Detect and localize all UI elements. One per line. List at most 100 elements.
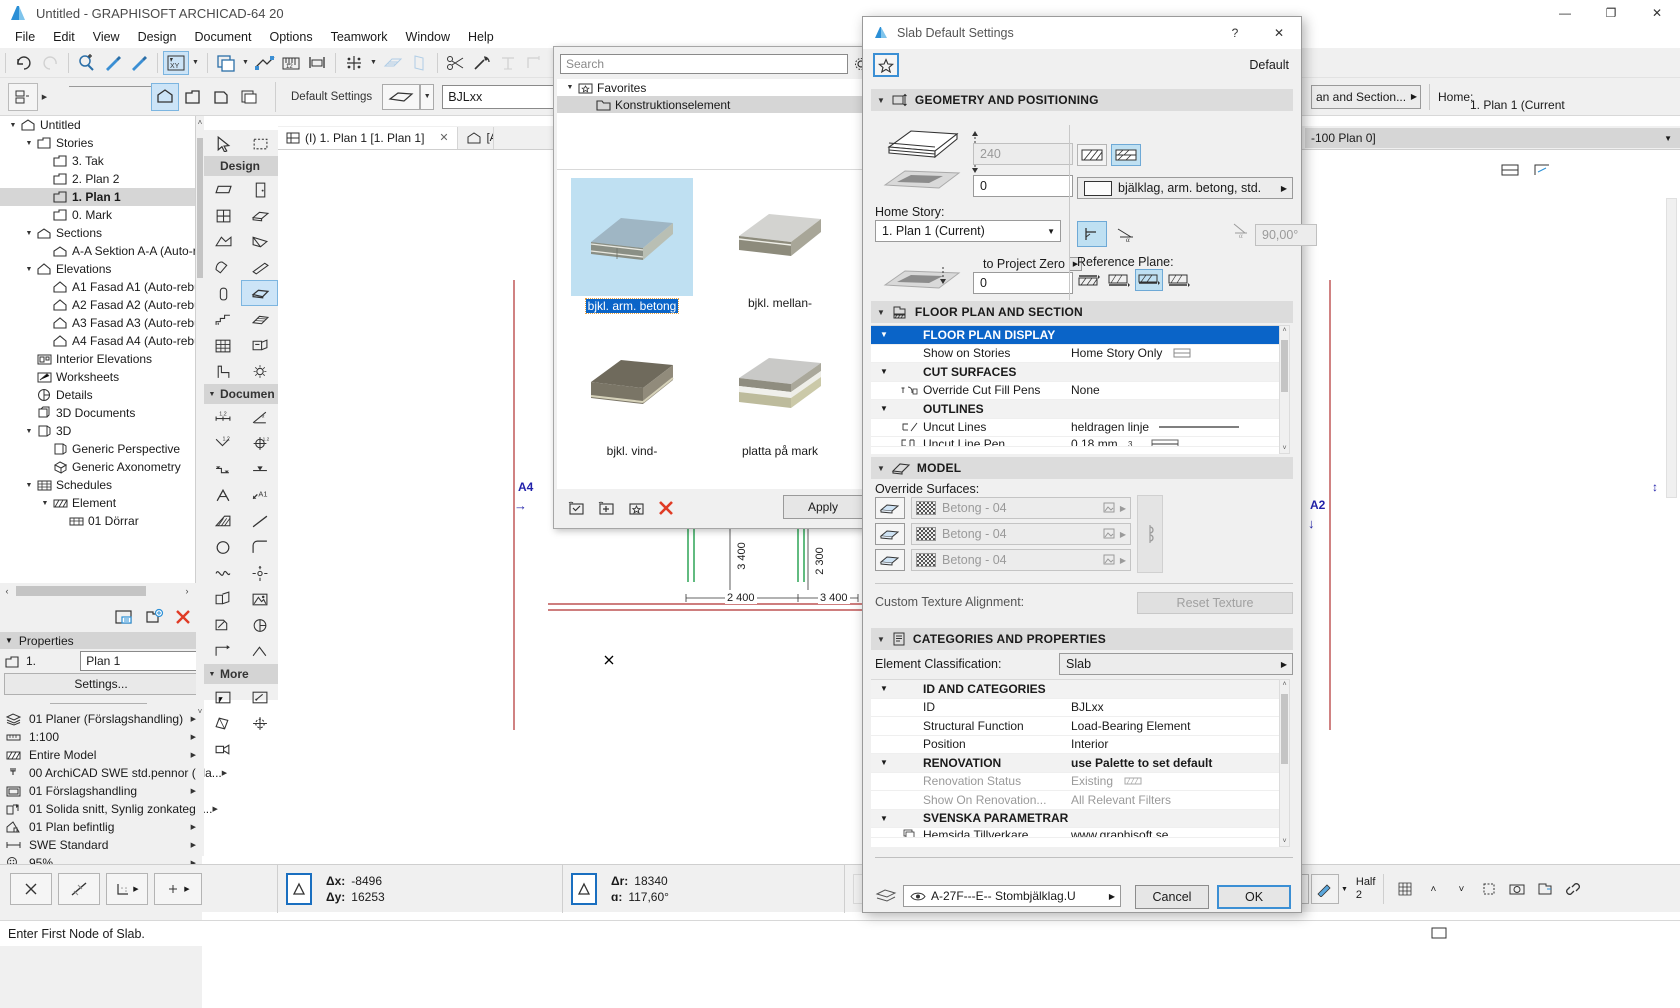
toolbox-tool-level-marker[interactable] — [241, 456, 278, 482]
simple-slab-structure-button[interactable] — [1077, 144, 1107, 166]
property-row-dimension[interactable]: SWE Standard ▶ — [0, 836, 202, 854]
plan0-row[interactable]: -100 Plan 0] ▼ — [1305, 128, 1680, 148]
property-row[interactable]: Position Interior — [871, 736, 1279, 754]
link-button[interactable] — [1560, 875, 1586, 903]
view-tab-plan1[interactable]: (I) 1. Plan 1 [1. Plan 1] ✕ — [278, 126, 458, 149]
fp-scroll-down-icon[interactable]: ˅ — [1280, 445, 1289, 452]
toolbox-tool-arrow[interactable] — [204, 130, 241, 156]
menu-view[interactable]: View — [84, 28, 129, 46]
reset-texture-button[interactable]: Reset Texture — [1137, 592, 1293, 614]
favorites-tree-item-konstruktionselement[interactable]: Konstruktionselement — [557, 96, 871, 113]
toolbox-tool-line[interactable] — [241, 508, 278, 534]
property-row-scale[interactable]: 1:100 ▶ — [0, 728, 202, 746]
geometry-collapse-icon[interactable]: ▼ — [877, 96, 885, 105]
surface-picker-icon[interactable] — [1103, 502, 1117, 514]
favorites-apply-button[interactable]: Apply — [783, 495, 863, 519]
right-tool-2-icon[interactable] — [1532, 162, 1552, 178]
reference-plane-top-button[interactable] — [1075, 269, 1103, 291]
navigator-item-schedules[interactable]: ▼ Schedules — [0, 476, 195, 494]
delete-view-icon[interactable] — [174, 608, 192, 626]
navigator-dropdown-icon[interactable]: ▶ — [38, 85, 51, 109]
slab-preview-icon[interactable] — [382, 83, 421, 110]
ok-button[interactable]: OK — [1217, 885, 1291, 909]
property-row[interactable]: Renovation Status Existing — [871, 773, 1279, 791]
fp-scroll-up-icon[interactable]: ˄ — [1280, 327, 1289, 334]
override-surface-row[interactable]: Betong - 04 ▶ — [875, 523, 1131, 545]
home-story-chevron-down-icon[interactable]: ▼ — [1047, 227, 1055, 236]
new-favorite-icon[interactable] — [597, 499, 617, 517]
dx-value[interactable]: -8496 — [351, 874, 382, 888]
toolbox-tool-railing[interactable] — [241, 306, 278, 332]
settings-view-icon[interactable] — [114, 608, 134, 626]
chevron-down-icon[interactable]: ▼ — [871, 367, 897, 376]
dimension-tool-icon[interactable]: 12 — [278, 51, 304, 75]
angle-value[interactable]: 117,60° — [628, 890, 669, 904]
surface-select[interactable]: Betong - 04 ▶ — [911, 549, 1131, 571]
snap-grid-button[interactable]: ▶ — [106, 873, 148, 905]
chevron-down-icon[interactable]: ▼ — [22, 140, 36, 147]
plan-section-dropdown-icon[interactable]: ▶ — [1411, 92, 1420, 101]
property-row[interactable]: ID BJLxx — [871, 699, 1279, 717]
toolbox-tool-hotspot[interactable] — [241, 560, 278, 586]
favorites-tree-item-favorites[interactable]: ▼ Favorites — [557, 79, 871, 96]
magic-wand-icon[interactable] — [469, 51, 495, 75]
toolbox-tool-shell[interactable] — [241, 228, 278, 254]
floorplan-view-icon[interactable] — [151, 82, 179, 111]
chevron-down-icon[interactable]: ▼ — [22, 266, 36, 273]
property-row-mvo[interactable]: 01 Solida snitt, Synlig zonkatego... ▶ — [0, 800, 218, 818]
toolbox-tool-camera[interactable] — [204, 736, 241, 762]
close-button[interactable]: ✕ — [1634, 0, 1680, 26]
menu-teamwork[interactable]: Teamwork — [322, 28, 397, 46]
property-row[interactable]: ▼ SVENSKA PARAMETRAR — [871, 809, 1279, 828]
elevate-icon[interactable] — [495, 51, 521, 75]
inject-parameters-icon[interactable] — [126, 51, 152, 75]
navigator-item-element[interactable]: ▼ Element — [0, 494, 195, 512]
surface-dropdown-icon[interactable]: ▶ — [1120, 556, 1126, 565]
slab-elevation-input[interactable]: 0 — [973, 272, 1073, 294]
navigator-item-a2-fasad-a2-auto-rebuild[interactable]: A2 Fasad A2 (Auto-rebuild — [0, 296, 195, 314]
toolbox-tool-column[interactable] — [204, 280, 241, 306]
toolbox-scroll-up-icon[interactable]: ˄ — [196, 118, 204, 127]
section-model[interactable]: ▼ MODEL — [871, 457, 1293, 479]
toolbox-tool-lamp[interactable] — [241, 358, 278, 384]
model-collapse-icon[interactable]: ▼ — [877, 464, 885, 473]
layers-dropdown-icon[interactable]: ▼ — [239, 51, 252, 75]
property-row-renovation[interactable]: 01 Plan befintlig ▶ — [0, 818, 202, 836]
story-name-input[interactable]: Plan 1 — [80, 651, 202, 671]
grid-snap-icon[interactable] — [341, 51, 367, 75]
reference-plane-bottom-button[interactable] — [1165, 269, 1193, 291]
toolbox-scroll-down-icon[interactable]: ˅ — [196, 707, 204, 716]
scroll-left-icon[interactable]: ‹ — [0, 586, 14, 596]
menu-file[interactable]: File — [6, 28, 44, 46]
redo-button[interactable] — [37, 51, 63, 75]
toolbox-tool-beam[interactable] — [241, 254, 278, 280]
chevron-down-icon[interactable]: ▼ — [871, 404, 897, 413]
navigator-item-1-plan-1[interactable]: 1. Plan 1 — [0, 188, 195, 206]
section-geometry-and-positioning[interactable]: ▼ GEOMETRY AND POSITIONING — [871, 89, 1293, 111]
property-row-layout[interactable]: 01 Förslagshandling ▶ — [0, 782, 202, 800]
dialog-close-button[interactable]: ✕ — [1257, 17, 1301, 49]
navigator-item-details[interactable]: Details — [0, 386, 195, 404]
coordinate-box-icon[interactable]: XY — [163, 50, 189, 75]
property-row[interactable]: Hemsida Tillverkare www.graphisoft.se — [871, 828, 1279, 838]
navigator-item-a1-fasad-a1-auto-rebuild[interactable]: A1 Fasad A1 (Auto-rebuild — [0, 278, 195, 296]
navigator-item-a4-fasad-a4-auto-rebuild[interactable]: A4 Fasad A4 (Auto-rebuild — [0, 332, 195, 350]
toolbox-tool-interior-elev-tool[interactable] — [204, 684, 241, 710]
toolbox-tool-section-tool[interactable] — [204, 638, 241, 664]
toolbox-tool-level-dimension[interactable]: 1.2 — [241, 430, 278, 456]
navigator-item-3d[interactable]: ▼ 3D — [0, 422, 195, 440]
navigator-hscrollbar[interactable]: ‹ › — [0, 583, 196, 599]
chevron-down-icon[interactable]: ▼ — [38, 500, 52, 507]
navigator-item-interior-elevations[interactable]: Interior Elevations — [0, 350, 195, 368]
chevron-down-icon[interactable]: ▼ — [871, 330, 897, 339]
toolbox-tool-dimension[interactable]: 1.2 — [204, 404, 241, 430]
classification-dropdown-icon[interactable]: ▶ — [1281, 660, 1287, 669]
star-favorite-icon[interactable] — [627, 499, 647, 517]
favorite-thumbnail[interactable] — [719, 178, 841, 296]
element-classification-select[interactable]: Slab ▶ — [1059, 653, 1293, 675]
toolbox-section-design[interactable]: Design — [204, 156, 278, 176]
toolbox-tool-text[interactable] — [204, 482, 241, 508]
navigator-item-a3-fasad-a3-auto-rebuild[interactable]: A3 Fasad A3 (Auto-rebuild — [0, 314, 195, 332]
navigator-item-a-a-sektion-a-a-auto-reb[interactable]: A-A Sektion A-A (Auto-reb — [0, 242, 195, 260]
pencil-dropdown-icon[interactable]: ▼ — [1341, 886, 1348, 893]
